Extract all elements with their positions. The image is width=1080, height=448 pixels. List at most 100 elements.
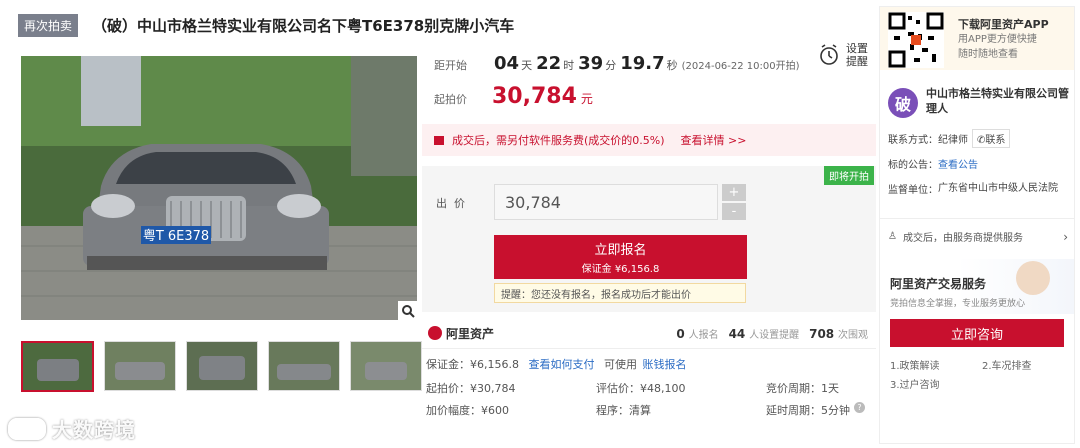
- reminders-count: 44: [728, 326, 746, 341]
- reminders-label: 人设置提醒: [749, 329, 800, 341]
- detail-start-price: 起拍价：¥30,784: [426, 382, 516, 395]
- deposit-row: 保证金：¥6,156.8 查看如何支付 可使用 账钱报名: [426, 356, 866, 378]
- apply-button-label: 立即报名: [594, 243, 647, 258]
- service-title: 阿里资产交易服务: [890, 277, 987, 291]
- signups-label: 人报名: [688, 329, 719, 341]
- credit-signup-link[interactable]: 账钱报名: [642, 358, 686, 371]
- deposit-text: 保证金：¥6,156.8: [426, 358, 519, 371]
- qr-code-icon: [888, 12, 944, 68]
- svg-text:粤T 6E378: 粤T 6E378: [143, 228, 209, 244]
- views-label: 次围观: [838, 329, 868, 341]
- contact-label: 联系方式：: [888, 135, 938, 146]
- start-price-value: 30,784: [492, 84, 577, 109]
- service-subtitle: 竞拍信息全掌握，专业服务更放心: [890, 299, 1026, 309]
- supervisor-label: 监督单位：: [888, 185, 938, 196]
- thumbnail-1[interactable]: [21, 341, 94, 392]
- thumbnail-strip: [21, 341, 422, 392]
- service-provider-text: 成交后，由服务商提供服务: [902, 233, 1023, 244]
- help-icon[interactable]: ?: [854, 402, 865, 413]
- views-stat: 708 次围观: [809, 326, 868, 341]
- apply-now-button[interactable]: 立即报名 保证金 ¥6,156.8: [494, 235, 747, 279]
- notice-label: 标的公告：: [888, 160, 938, 171]
- set-reminder-button[interactable]: 设置 提醒: [818, 42, 868, 68]
- ali-asset-logo-icon: [428, 326, 442, 340]
- page-title: （破）中山市格兰特实业有限公司名下粤T6E378别克牌小汽车: [92, 16, 515, 35]
- brand-name: 阿里资产: [446, 326, 495, 341]
- start-price-label: 起拍价: [434, 93, 467, 106]
- signups-stat: 0 人报名: [676, 326, 718, 341]
- service-fee-notice: 成交后，需另付软件服务费(成交价的0.5%) 查看详情 >>: [422, 124, 876, 156]
- start-price: 起拍价 30,784 元: [434, 84, 593, 109]
- detail-grid: 保证金：¥6,156.8 查看如何支付 可使用 账钱报名 起拍价：¥30,784…: [426, 356, 866, 424]
- avatar: 破: [888, 88, 918, 118]
- person-icon: ♙: [888, 231, 897, 242]
- bid-stepper: + -: [722, 184, 746, 220]
- seconds-unit: 秒: [666, 59, 678, 72]
- app-line2: 随时随地查看: [958, 49, 1018, 60]
- countdown: 距开始 04 天 22 时 39 分 19.7 秒 (2024-06-22 10…: [434, 53, 800, 74]
- service-banner: 阿里资产交易服务 竞拍信息全掌握，专业服务更放心: [880, 259, 1074, 314]
- bid-input[interactable]: 30,784: [494, 184, 718, 220]
- decrease-button[interactable]: -: [722, 203, 746, 220]
- countdown-seconds: 19.7: [620, 53, 665, 74]
- title-bar: 再次拍卖 （破）中山市格兰特实业有限公司名下粤T6E378别克牌小汽车: [18, 12, 514, 38]
- reminders-stat: 44 人设置提醒: [729, 326, 800, 341]
- main-photo[interactable]: 粤T 6E378: [21, 56, 417, 320]
- supervisor-row: 监督单位： 广东省中山市中级人民法院: [888, 181, 1068, 196]
- reauction-tag: 再次拍卖: [18, 13, 79, 37]
- service-item-3: 3.过户咨询: [890, 380, 940, 391]
- service-provider-row[interactable]: ♙ 成交后，由服务商提供服务 ›: [888, 229, 1068, 245]
- reminder-line2: 提醒: [846, 55, 868, 68]
- detail-cycle: 竞价周期：1天: [766, 382, 839, 395]
- service-items: 1.政策解读 2.车况排查 3.过户咨询: [890, 357, 1070, 395]
- start-price-unit: 元: [580, 92, 593, 106]
- watermark-text: 大数跨境: [52, 418, 136, 442]
- alarm-clock-icon: [820, 44, 838, 65]
- chevron-right-icon: ›: [1063, 229, 1068, 244]
- countdown-days: 04: [494, 53, 520, 74]
- reminder-line1: 设置: [846, 42, 868, 55]
- service-item-1: 1.政策解读: [890, 361, 940, 372]
- minutes-unit: 分: [605, 59, 617, 72]
- days-unit: 天: [521, 59, 533, 72]
- countdown-label: 距开始: [434, 59, 467, 72]
- detail-increment: 加价幅度：¥600: [426, 404, 509, 417]
- detail-procedure: 程序：清算: [596, 404, 651, 417]
- divider: [880, 218, 1074, 219]
- watermark: 大数跨境: [8, 414, 136, 443]
- signups-count: 0: [676, 326, 685, 341]
- thumbnail-3[interactable]: [186, 341, 258, 391]
- apply-button-deposit: 保证金 ¥6,156.8: [581, 264, 660, 275]
- start-time-note: (2024-06-22 10:00开拍): [681, 61, 800, 72]
- status-ribbon: 即将开拍: [824, 166, 874, 185]
- zoom-icon[interactable]: [398, 301, 417, 320]
- consult-now-button[interactable]: 立即咨询: [890, 319, 1064, 347]
- app-title: 下载阿里资产APP: [958, 18, 1049, 31]
- price-row: 起拍价：¥30,784 评估价：¥48,100 竞价周期：1天: [426, 380, 866, 402]
- thumbnail-2[interactable]: [104, 341, 176, 391]
- rule-row: 加价幅度：¥600 程序：清算 延时周期：5分钟 ?: [426, 402, 866, 424]
- supervisor-value: 广东省中山市中级人民法院: [938, 183, 1058, 194]
- bid-label: 出 价: [436, 197, 465, 210]
- service-fee-details-link[interactable]: 查看详情 >>: [681, 132, 747, 148]
- org-name[interactable]: 中山市格兰特实业有限公司管理人: [926, 86, 1070, 116]
- contact-row: 联系方式： 纪律师 ✆联系: [888, 129, 1011, 148]
- contact-button[interactable]: ✆联系: [972, 129, 1011, 148]
- contact-button-label: 联系: [985, 135, 1006, 146]
- service-item-2: 2.车况排查: [982, 361, 1032, 372]
- contact-name: 纪律师: [938, 135, 968, 146]
- view-notice-link[interactable]: 查看公告: [938, 160, 978, 171]
- signup-tip: 提醒：您还没有报名，报名成功后才能出价: [494, 283, 746, 303]
- brand-logo: 阿里资产: [428, 325, 494, 342]
- how-to-pay-link[interactable]: 查看如何支付: [528, 358, 594, 371]
- watermark-logo-icon: [8, 417, 46, 440]
- service-fee-text: 成交后，需另付软件服务费(成交价的0.5%): [452, 134, 665, 147]
- hours-unit: 时: [563, 59, 575, 72]
- thumbnail-5[interactable]: [350, 341, 422, 391]
- stats-row: 阿里资产 0 人报名 44 人设置提醒 708 次围观: [422, 318, 876, 349]
- thumbnail-4[interactable]: [268, 341, 340, 391]
- views-count: 708: [809, 326, 835, 341]
- gift-icon: [434, 135, 444, 145]
- increase-button[interactable]: +: [722, 184, 746, 201]
- app-line1: 用APP更方便快捷: [958, 34, 1037, 45]
